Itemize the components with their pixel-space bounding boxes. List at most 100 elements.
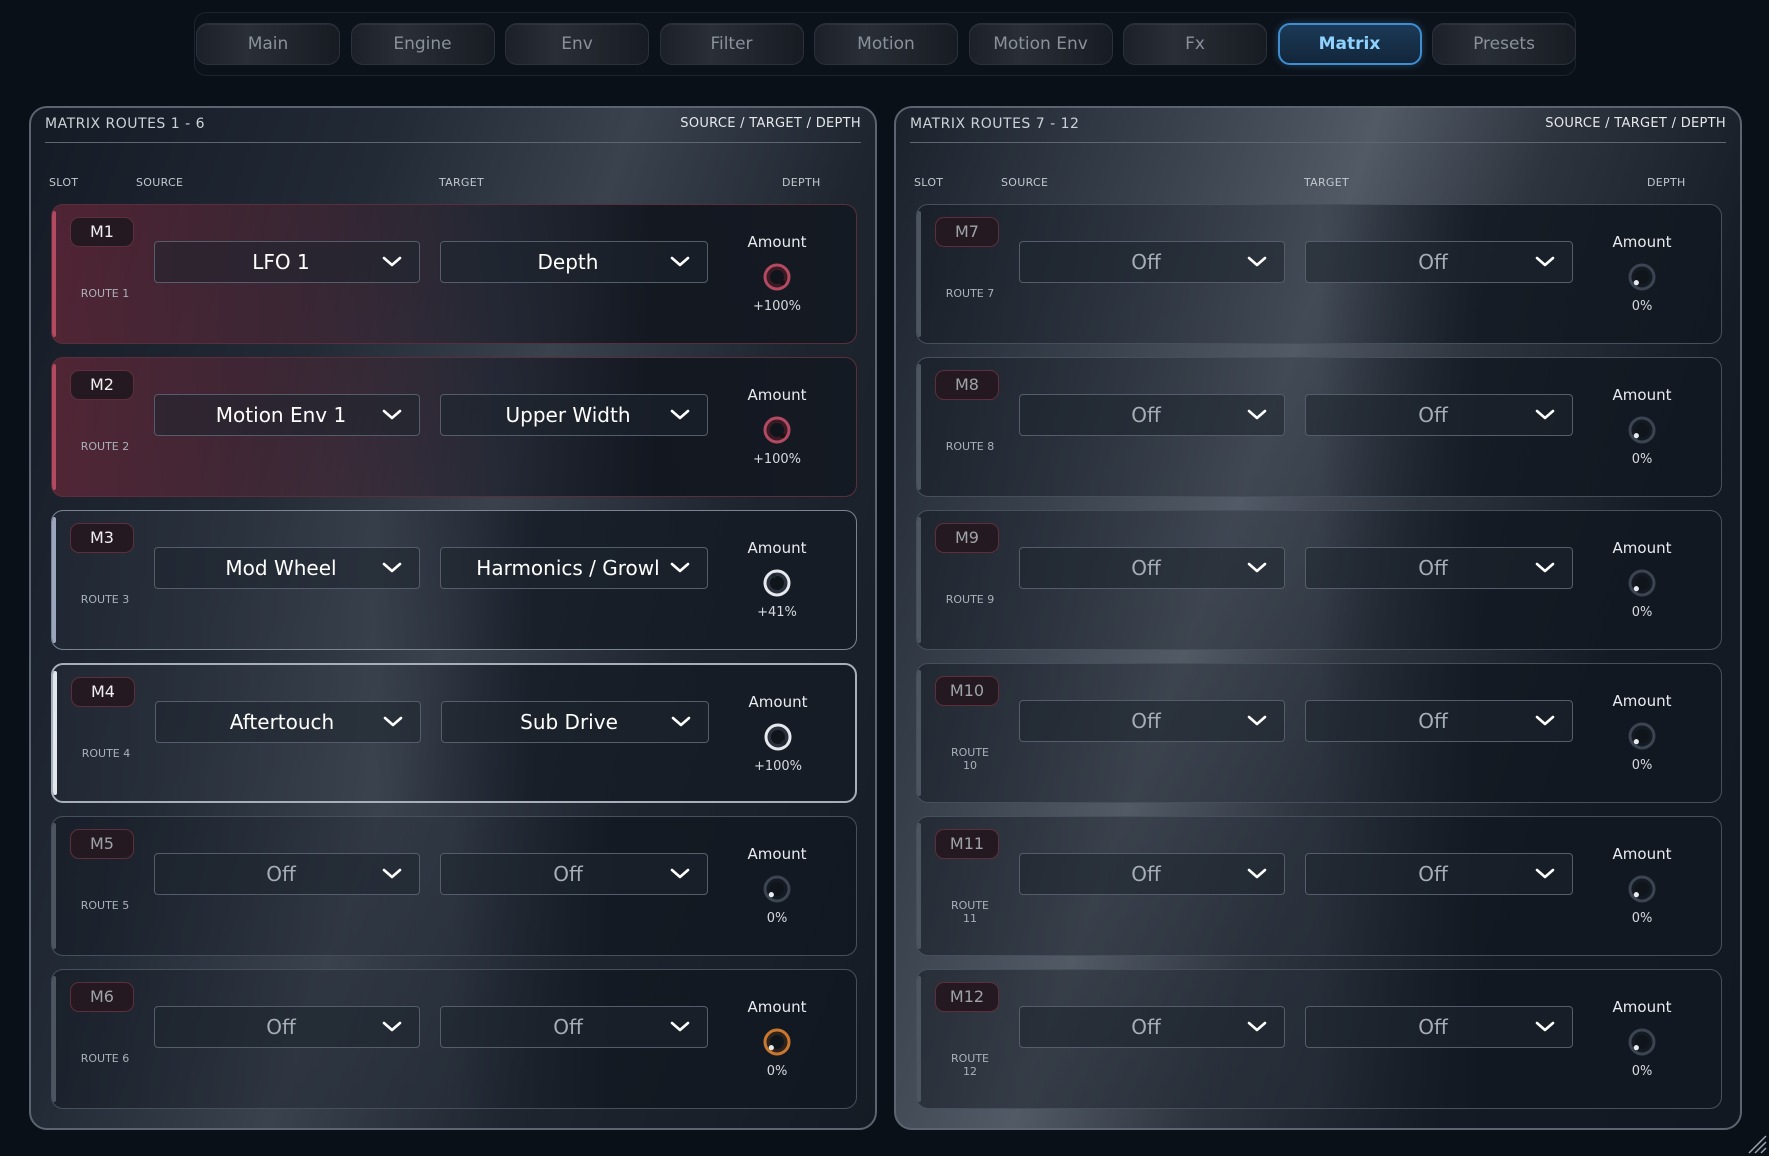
tab-engine[interactable]: Engine bbox=[350, 23, 495, 65]
matrix-route-row: M1 ROUTE 1 LFO 1 Depth Amount +100% bbox=[51, 204, 857, 344]
amount-knob[interactable] bbox=[763, 569, 791, 597]
chevron-down-icon bbox=[671, 716, 691, 727]
source-dropdown[interactable]: Off bbox=[1019, 394, 1285, 436]
source-value: Off bbox=[1131, 556, 1161, 580]
target-value: Harmonics / Growl bbox=[476, 556, 660, 580]
amount-knob[interactable] bbox=[1628, 722, 1656, 750]
source-value: Off bbox=[1131, 862, 1161, 886]
chevron-down-icon bbox=[383, 716, 403, 727]
source-value: LFO 1 bbox=[252, 250, 310, 274]
route-indicator-bar bbox=[53, 671, 57, 795]
slot-badge: M8 bbox=[935, 370, 999, 400]
target-value: Off bbox=[553, 1015, 583, 1039]
chevron-down-icon bbox=[1535, 1021, 1555, 1032]
amount-knob[interactable] bbox=[764, 723, 792, 751]
slot-badge: M2 bbox=[70, 370, 134, 400]
source-dropdown[interactable]: Off bbox=[1019, 700, 1285, 742]
source-dropdown[interactable]: Off bbox=[1019, 241, 1285, 283]
target-dropdown[interactable]: Off bbox=[1305, 700, 1573, 742]
route-label: ROUTE 4 bbox=[81, 747, 131, 760]
source-dropdown[interactable]: Mod Wheel bbox=[154, 547, 420, 589]
source-dropdown[interactable]: Off bbox=[154, 1006, 420, 1048]
target-dropdown[interactable]: Depth bbox=[440, 241, 708, 283]
amount-value: 0% bbox=[766, 911, 788, 926]
slot-badge: M4 bbox=[71, 677, 135, 707]
route-indicator-bar bbox=[917, 364, 921, 490]
amount-value: 0% bbox=[1631, 758, 1653, 773]
amount-knob[interactable] bbox=[1628, 416, 1656, 444]
tab-matrix[interactable]: Matrix bbox=[1277, 23, 1422, 65]
chevron-down-icon bbox=[382, 1021, 402, 1032]
target-dropdown[interactable]: Off bbox=[1305, 547, 1573, 589]
tab-main[interactable]: Main bbox=[196, 23, 340, 65]
amount-label: Amount bbox=[748, 693, 808, 711]
chevron-down-icon bbox=[1535, 715, 1555, 726]
amount-knob[interactable] bbox=[763, 875, 791, 903]
column-header-depth: DEPTH bbox=[782, 176, 821, 189]
slot-badge: M11 bbox=[935, 829, 999, 859]
target-dropdown[interactable]: Harmonics / Growl bbox=[440, 547, 708, 589]
source-value: Aftertouch bbox=[229, 710, 335, 734]
route-indicator-bar bbox=[917, 823, 921, 949]
source-dropdown[interactable]: LFO 1 bbox=[154, 241, 420, 283]
source-dropdown[interactable]: Off bbox=[1019, 547, 1285, 589]
amount-value: +100% bbox=[752, 299, 802, 314]
matrix-route-row: M10 ROUTE 10 Off Off Amount 0% bbox=[916, 663, 1722, 803]
matrix-route-row: M11 ROUTE 11 Off Off Amount 0% bbox=[916, 816, 1722, 956]
amount-label: Amount bbox=[1612, 233, 1672, 251]
matrix-route-row: M4 ROUTE 4 Aftertouch Sub Drive Amount +100% bbox=[51, 663, 857, 803]
amount-knob[interactable] bbox=[763, 416, 791, 444]
amount-knob[interactable] bbox=[1628, 1028, 1656, 1056]
chevron-down-icon bbox=[1535, 409, 1555, 420]
amount-knob[interactable] bbox=[1628, 875, 1656, 903]
amount-value: 0% bbox=[1631, 1064, 1653, 1079]
target-dropdown[interactable]: Off bbox=[440, 1006, 708, 1048]
source-value: Off bbox=[1131, 403, 1161, 427]
matrix-panel-routes-7-12: MATRIX ROUTES 7 - 12 SOURCE / TARGET / D… bbox=[894, 106, 1742, 1130]
route-label: ROUTE 2 bbox=[80, 440, 130, 453]
source-dropdown[interactable]: Aftertouch bbox=[155, 701, 421, 743]
amount-knob[interactable] bbox=[763, 263, 791, 291]
target-dropdown[interactable]: Off bbox=[1305, 853, 1573, 895]
target-dropdown[interactable]: Off bbox=[440, 853, 708, 895]
route-indicator-bar bbox=[917, 517, 921, 643]
chevron-down-icon bbox=[382, 868, 402, 879]
target-dropdown[interactable]: Off bbox=[1305, 241, 1573, 283]
target-dropdown[interactable]: Off bbox=[1305, 394, 1573, 436]
amount-knob[interactable] bbox=[1628, 569, 1656, 597]
tab-motion[interactable]: Motion bbox=[814, 23, 958, 65]
chevron-down-icon bbox=[1247, 715, 1267, 726]
tab-fx[interactable]: Fx bbox=[1123, 23, 1267, 65]
route-indicator-bar bbox=[52, 517, 56, 643]
route-label: ROUTE 3 bbox=[80, 593, 130, 606]
slot-badge: M1 bbox=[70, 217, 134, 247]
amount-label: Amount bbox=[1612, 692, 1672, 710]
slot-badge: M7 bbox=[935, 217, 999, 247]
chevron-down-icon bbox=[670, 409, 690, 420]
source-dropdown[interactable]: Off bbox=[1019, 853, 1285, 895]
column-header-source: SOURCE bbox=[136, 176, 184, 189]
target-dropdown[interactable]: Upper Width bbox=[440, 394, 708, 436]
route-indicator-bar bbox=[917, 976, 921, 1102]
source-value: Off bbox=[266, 1015, 296, 1039]
target-value: Off bbox=[1418, 556, 1448, 580]
amount-knob[interactable] bbox=[763, 1028, 791, 1056]
tab-env[interactable]: Env bbox=[505, 23, 649, 65]
route-indicator-bar bbox=[52, 976, 56, 1102]
resize-grip-icon[interactable] bbox=[1745, 1132, 1767, 1154]
tab-presets[interactable]: Presets bbox=[1432, 23, 1576, 65]
target-dropdown[interactable]: Off bbox=[1305, 1006, 1573, 1048]
source-dropdown[interactable]: Motion Env 1 bbox=[154, 394, 420, 436]
amount-label: Amount bbox=[1612, 539, 1672, 557]
source-dropdown[interactable]: Off bbox=[1019, 1006, 1285, 1048]
amount-label: Amount bbox=[1612, 998, 1672, 1016]
source-dropdown[interactable]: Off bbox=[154, 853, 420, 895]
slot-badge: M6 bbox=[70, 982, 134, 1012]
source-value: Mod Wheel bbox=[225, 556, 337, 580]
target-dropdown[interactable]: Sub Drive bbox=[441, 701, 709, 743]
tab-motion-env[interactable]: Motion Env bbox=[968, 23, 1113, 65]
amount-knob[interactable] bbox=[1628, 263, 1656, 291]
source-value: Off bbox=[1131, 250, 1161, 274]
matrix-route-row: M8 ROUTE 8 Off Off Amount 0% bbox=[916, 357, 1722, 497]
tab-filter[interactable]: Filter bbox=[659, 23, 804, 65]
